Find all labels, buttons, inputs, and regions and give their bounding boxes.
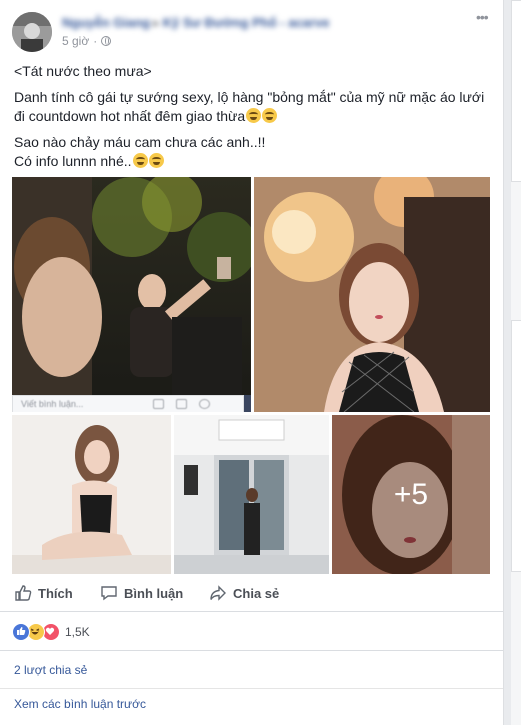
view-previous-comments-link[interactable]: Xem các bình luận trước	[14, 697, 146, 711]
grin-emoji-icon	[262, 108, 278, 123]
author-name[interactable]: Nguyễn Giang ▸ Kỹ Sư Đường Phố - acarve	[62, 15, 329, 31]
post-text-line: Sao nào chảy máu cam chưa các anh..!!	[14, 134, 266, 150]
ellipsis-icon[interactable]: •••	[476, 10, 492, 24]
photo-1[interactable]: Viết bình luận...	[12, 177, 251, 412]
photo-2[interactable]	[254, 177, 490, 412]
smile-emoji-icon	[132, 153, 148, 168]
post-text-line: Có info lunnn nhé..	[14, 152, 494, 171]
photo-4[interactable]	[174, 415, 329, 574]
like-reaction-icon	[12, 623, 30, 641]
share-arrow-icon	[210, 585, 226, 601]
arrow-right-icon: ▸	[153, 15, 160, 30]
reaction-count: 1,5K	[65, 625, 90, 639]
post-time[interactable]: 5 giờ	[62, 34, 89, 48]
right-panel	[511, 0, 521, 182]
reactions-summary[interactable]: 1,5K	[12, 622, 90, 642]
post-header: Nguyễn Giang ▸ Kỹ Sư Đường Phố - acarve 5 …	[12, 10, 492, 52]
divider	[0, 650, 503, 651]
sticker-icon[interactable]	[199, 399, 210, 409]
group-link[interactable]: Kỹ Sư Đường Phố - acarve	[163, 15, 330, 30]
photo-grid: Viết bình luận... +5	[12, 177, 490, 574]
camera-icon[interactable]	[153, 399, 164, 409]
more-photos-count[interactable]: +5	[332, 415, 490, 574]
photo-3[interactable]	[12, 415, 171, 574]
comment-icon	[101, 586, 117, 601]
avatar[interactable]	[12, 12, 52, 52]
post-card: Nguyễn Giang ▸ Kỹ Sư Đường Phố - acarve 5 …	[0, 0, 504, 725]
gif-icon[interactable]	[176, 399, 187, 409]
send-icon[interactable]	[225, 399, 236, 409]
comment-button[interactable]: Bình luận	[100, 583, 183, 603]
smile-emoji-icon	[148, 153, 164, 168]
divider	[0, 688, 503, 689]
post-text: <Tát nước theo mưa> Danh tính cô gái tự …	[14, 62, 494, 178]
like-button[interactable]: Thích	[14, 583, 73, 603]
thumbs-up-icon	[15, 585, 32, 601]
shares-link[interactable]: 2 lượt chia sẻ	[14, 663, 87, 677]
globe-icon	[101, 36, 112, 46]
post-text-line: <Tát nước theo mưa>	[14, 63, 152, 79]
photo-5[interactable]: +5	[332, 415, 490, 574]
grin-emoji-icon	[246, 108, 262, 123]
share-button[interactable]: Chia sẻ	[209, 583, 279, 603]
comment-composer[interactable]: Viết bình luận...	[12, 395, 244, 412]
post-text-line: Danh tính cô gái tự sướng sexy, lộ hàng …	[14, 89, 485, 124]
author-link[interactable]: Nguyễn Giang	[62, 15, 150, 30]
post-actions: Thích Bình luận Chia sẻ	[0, 577, 503, 612]
post-meta: 5 giờ ·	[62, 34, 112, 48]
right-panel	[511, 320, 521, 572]
